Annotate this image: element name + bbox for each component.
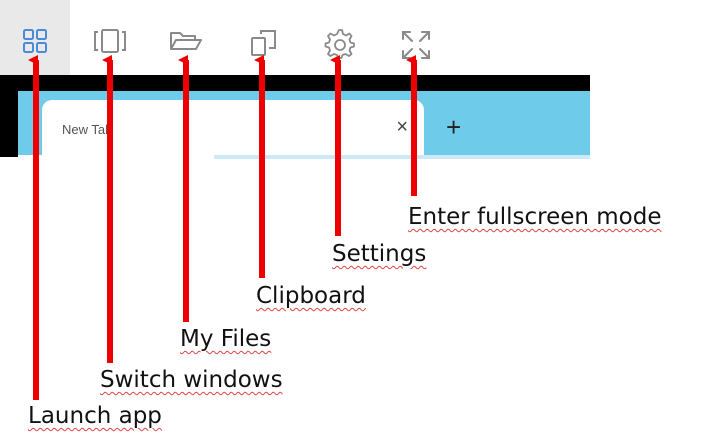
clipboard-button[interactable]: [242, 14, 286, 72]
label-switch-windows: Switch windows: [100, 367, 283, 393]
folder-open-icon: [170, 32, 202, 50]
label-my-files: My Files: [180, 326, 272, 352]
expand-arrows-icon: [402, 31, 430, 59]
launch-app-button[interactable]: [0, 0, 70, 75]
window-frame-bar: [0, 75, 590, 91]
my-files-button[interactable]: [164, 14, 208, 72]
toolbar-edge: [214, 155, 590, 159]
window-edge: [0, 91, 18, 157]
label-clipboard: Clipboard: [256, 283, 366, 309]
fullscreen-button[interactable]: [394, 14, 438, 72]
label-launch-app: Launch app: [28, 403, 162, 429]
switch-windows-button[interactable]: [88, 14, 132, 72]
settings-button[interactable]: [318, 14, 362, 72]
remote-toolbar: [0, 0, 590, 75]
clipboard-copy-icon: [251, 30, 276, 56]
close-icon[interactable]: ×: [396, 116, 408, 139]
tab-new-tab[interactable]: New Tab ×: [42, 100, 424, 158]
tab-title: New Tab: [62, 122, 113, 137]
label-settings: Settings: [332, 241, 427, 267]
grid-apps-icon: [23, 29, 47, 53]
windows-switch-icon: [94, 29, 126, 53]
gear-icon: [324, 29, 355, 59]
new-tab-button[interactable]: +: [446, 112, 461, 143]
label-fullscreen: Enter fullscreen mode: [408, 204, 662, 230]
